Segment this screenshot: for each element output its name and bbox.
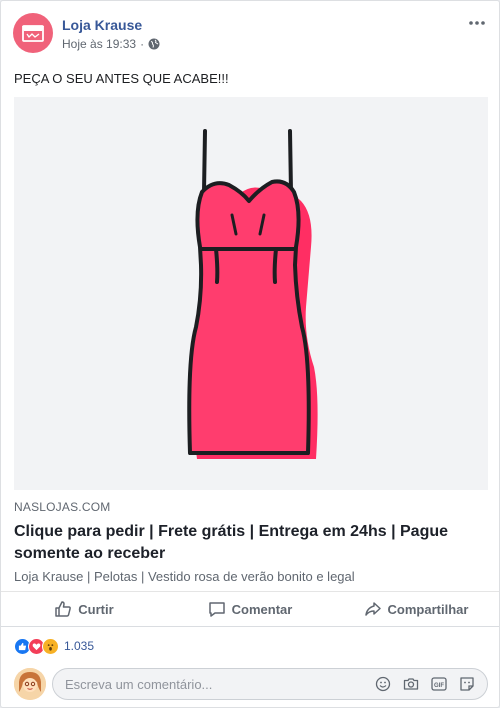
post-text: PEÇA O SEU ANTES QUE ACABE!!!	[14, 71, 229, 86]
link-image[interactable]	[14, 97, 488, 490]
post-card: Loja Krause Hoje às 19:33 · PEÇA O SEU A…	[0, 0, 500, 708]
share-button[interactable]: Compartilhar	[333, 592, 499, 626]
sticker-icon[interactable]	[459, 676, 475, 692]
comment-label: Comentar	[231, 601, 293, 617]
like-button[interactable]: Curtir	[1, 592, 167, 626]
page-avatar[interactable]	[13, 13, 53, 53]
comment-box: GIF	[52, 668, 488, 700]
more-options-icon	[469, 21, 485, 25]
comment-button[interactable]: Comentar	[167, 592, 333, 626]
wow-reaction-icon	[42, 637, 59, 655]
reaction-count[interactable]: 1.035	[64, 639, 94, 653]
user-avatar[interactable]	[14, 668, 46, 700]
comment-input[interactable]	[65, 676, 375, 692]
like-label: Curtir	[78, 601, 114, 617]
share-label: Compartilhar	[387, 601, 469, 617]
link-description: Loja Krause | Pelotas | Vestido rosa de …	[14, 569, 355, 584]
globe-icon[interactable]	[148, 38, 160, 50]
comment-bubble-icon	[208, 602, 225, 617]
gif-icon[interactable]: GIF	[431, 676, 447, 692]
post-timestamp[interactable]: Hoje às 19:33	[62, 37, 136, 51]
share-arrow-icon	[364, 602, 381, 616]
page-name-link[interactable]: Loja Krause	[62, 17, 142, 33]
store-icon	[22, 25, 44, 42]
post-meta: Hoje às 19:33 ·	[62, 37, 160, 51]
comment-composer: GIF	[14, 666, 488, 702]
link-title[interactable]: Clique para pedir | Frete grátis | Entre…	[14, 521, 488, 565]
pink-dress-illustration	[187, 129, 318, 460]
svg-text:GIF: GIF	[434, 683, 444, 689]
link-preview[interactable]: NASLOJAS.COM Clique para pedir | Frete g…	[14, 500, 488, 584]
comment-tools: GIF	[375, 676, 487, 692]
action-bar: Curtir Comentar Compartilhar	[1, 591, 499, 627]
meta-separator: ·	[140, 37, 145, 51]
emoji-icon[interactable]	[375, 676, 391, 692]
camera-icon[interactable]	[403, 676, 419, 692]
more-options-button[interactable]	[467, 15, 487, 31]
link-domain: NASLOJAS.COM	[14, 500, 111, 514]
post-header: Loja Krause Hoje às 19:33 ·	[13, 13, 487, 57]
thumbs-up-icon	[55, 601, 72, 617]
reactions-summary[interactable]: 1.035	[14, 637, 94, 655]
